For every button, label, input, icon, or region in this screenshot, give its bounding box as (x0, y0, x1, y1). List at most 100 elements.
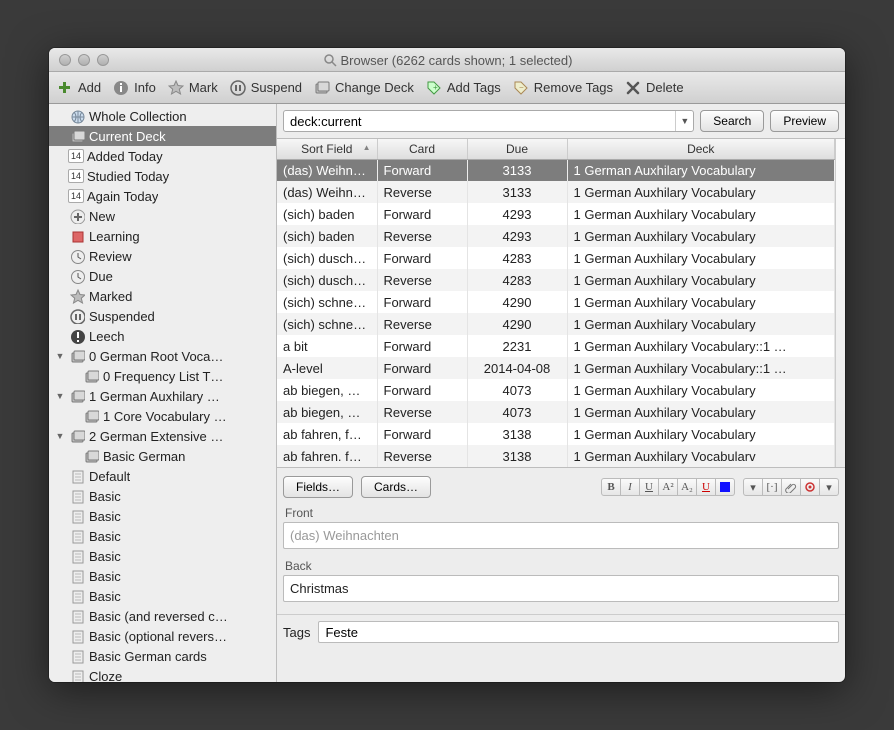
note-icon (68, 469, 86, 484)
removetags-button[interactable]: Remove Tags (513, 80, 613, 96)
info-button[interactable]: Info (113, 80, 156, 96)
main-panel: ▼ Search Preview Sort Field Card Due Dec… (277, 104, 845, 682)
sidebar-item[interactable]: Basic (49, 566, 276, 586)
sidebar-item[interactable]: 14Studied Today (49, 166, 276, 186)
window-controls[interactable] (49, 54, 109, 66)
table-row[interactable]: (das) Weihn…Reverse31331 German Auxhilar… (277, 181, 835, 203)
sidebar-item[interactable]: Whole Collection (49, 106, 276, 126)
color-picker-button[interactable]: ▾ (743, 478, 763, 496)
color-button[interactable] (715, 478, 735, 496)
superscript-button[interactable]: A² (658, 478, 678, 496)
delete-button[interactable]: Delete (625, 80, 684, 96)
tags-input[interactable] (318, 621, 839, 643)
deck-icon (82, 449, 100, 464)
sidebar-item[interactable]: 0 Frequency List T… (49, 366, 276, 386)
table-scrollbar[interactable] (835, 139, 845, 467)
front-field[interactable]: (das) Weihnachten (283, 522, 839, 549)
info-icon (113, 80, 129, 96)
sidebar-item[interactable]: Current Deck (49, 126, 276, 146)
note-icon (68, 649, 86, 664)
toolbar: Add Info Mark Suspend Change Deck Add Tags Rem… (49, 72, 845, 104)
col-due[interactable]: Due (467, 139, 567, 159)
table-row[interactable]: ab fahren. f…Reverse31381 German Auxhila… (277, 445, 835, 467)
table-row[interactable]: (sich) badenForward42931 German Auxhilar… (277, 203, 835, 225)
star-icon (68, 289, 86, 304)
table-row[interactable]: (sich) schne…Forward42901 German Auxhila… (277, 291, 835, 313)
sidebar-item[interactable]: Cloze (49, 666, 276, 682)
changedeck-button[interactable]: Change Deck (314, 80, 414, 96)
table-row[interactable]: A-levelForward2014-04-081 German Auxhila… (277, 357, 835, 379)
italic-button[interactable]: I (620, 478, 640, 496)
sidebar-item[interactable]: 14Added Today (49, 146, 276, 166)
addtags-button[interactable]: Add Tags (426, 80, 501, 96)
add-button[interactable]: Add (57, 80, 101, 96)
back-label: Back (277, 555, 845, 575)
table-row[interactable]: (das) Weihn…Forward31331 German Auxhilar… (277, 159, 835, 181)
note-icon (68, 669, 86, 683)
sidebar-item[interactable]: Basic (49, 506, 276, 526)
sidebar-item[interactable]: ▼2 German Extensive … (49, 426, 276, 446)
sidebar-item[interactable]: Basic German (49, 446, 276, 466)
sidebar-item[interactable]: ▼0 German Root Voca… (49, 346, 276, 366)
table-row[interactable]: a bitForward22311 German Auxhilary Vocab… (277, 335, 835, 357)
search-history-dropdown[interactable]: ▼ (675, 111, 693, 131)
sidebar-item[interactable]: Suspended (49, 306, 276, 326)
subscript-button[interactable]: A₂ (677, 478, 697, 496)
col-sortfield[interactable]: Sort Field (277, 139, 377, 159)
sidebar-item[interactable]: Basic German cards (49, 646, 276, 666)
suspend-button[interactable]: Suspend (230, 80, 302, 96)
table-row[interactable]: (sich) dusch…Reverse42831 German Auxhila… (277, 269, 835, 291)
sq-icon (68, 229, 86, 244)
clear-format-button[interactable]: U (696, 478, 716, 496)
zoom-dot[interactable] (97, 54, 109, 66)
col-card[interactable]: Card (377, 139, 467, 159)
deck-icon (82, 369, 100, 384)
plus-icon (57, 80, 73, 96)
back-field[interactable]: Christmas (283, 575, 839, 602)
search-input[interactable] (284, 111, 675, 131)
sidebar-item[interactable]: 1 Core Vocabulary … (49, 406, 276, 426)
pause-icon (68, 309, 86, 324)
sidebar-item[interactable]: Basic (optional revers… (49, 626, 276, 646)
col-deck[interactable]: Deck (567, 139, 835, 159)
bold-button[interactable]: B (601, 478, 621, 496)
deck-icon (68, 429, 86, 444)
record-button[interactable] (800, 478, 820, 496)
sidebar-item[interactable]: New (49, 206, 276, 226)
sidebar-item[interactable]: Learning (49, 226, 276, 246)
cloze-button[interactable]: [·] (762, 478, 782, 496)
sidebar-item[interactable]: Review (49, 246, 276, 266)
cards-button[interactable]: Cards… (361, 476, 431, 498)
sidebar-item[interactable]: 14Again Today (49, 186, 276, 206)
preview-button[interactable]: Preview (770, 110, 839, 132)
attach-button[interactable] (781, 478, 801, 496)
note-icon (68, 569, 86, 584)
sidebar-item[interactable]: Default (49, 466, 276, 486)
table-row[interactable]: (sich) dusch…Forward42831 German Auxhila… (277, 247, 835, 269)
calendar-icon: 14 (68, 169, 84, 183)
fields-button[interactable]: Fields… (283, 476, 353, 498)
sidebar-item[interactable]: Basic (49, 486, 276, 506)
sidebar-item[interactable]: Basic (49, 526, 276, 546)
mark-button[interactable]: Mark (168, 80, 218, 96)
more-button[interactable]: ▾ (819, 478, 839, 496)
underline-button[interactable]: U (639, 478, 659, 496)
table-row[interactable]: ab fahren, f…Forward31381 German Auxhila… (277, 423, 835, 445)
table-row[interactable]: ab biegen, …Forward40731 German Auxhilar… (277, 379, 835, 401)
sidebar-item[interactable]: ▼1 German Auxhilary … (49, 386, 276, 406)
table-row[interactable]: ab biegen, …Reverse40731 German Auxhilar… (277, 401, 835, 423)
table-row[interactable]: (sich) badenReverse42931 German Auxhilar… (277, 225, 835, 247)
sidebar-item[interactable]: Basic (and reversed c… (49, 606, 276, 626)
table-row[interactable]: (sich) schne…Reverse42901 German Auxhila… (277, 313, 835, 335)
search-box[interactable]: ▼ (283, 110, 694, 132)
sidebar-item[interactable]: Due (49, 266, 276, 286)
sidebar-item[interactable]: Leech (49, 326, 276, 346)
minimize-dot[interactable] (78, 54, 90, 66)
search-button[interactable]: Search (700, 110, 764, 132)
sidebar[interactable]: Whole CollectionCurrent Deck14Added Toda… (49, 104, 277, 682)
sidebar-item[interactable]: Marked (49, 286, 276, 306)
sidebar-item[interactable]: Basic (49, 586, 276, 606)
close-dot[interactable] (59, 54, 71, 66)
note-icon (68, 549, 86, 564)
sidebar-item[interactable]: Basic (49, 546, 276, 566)
